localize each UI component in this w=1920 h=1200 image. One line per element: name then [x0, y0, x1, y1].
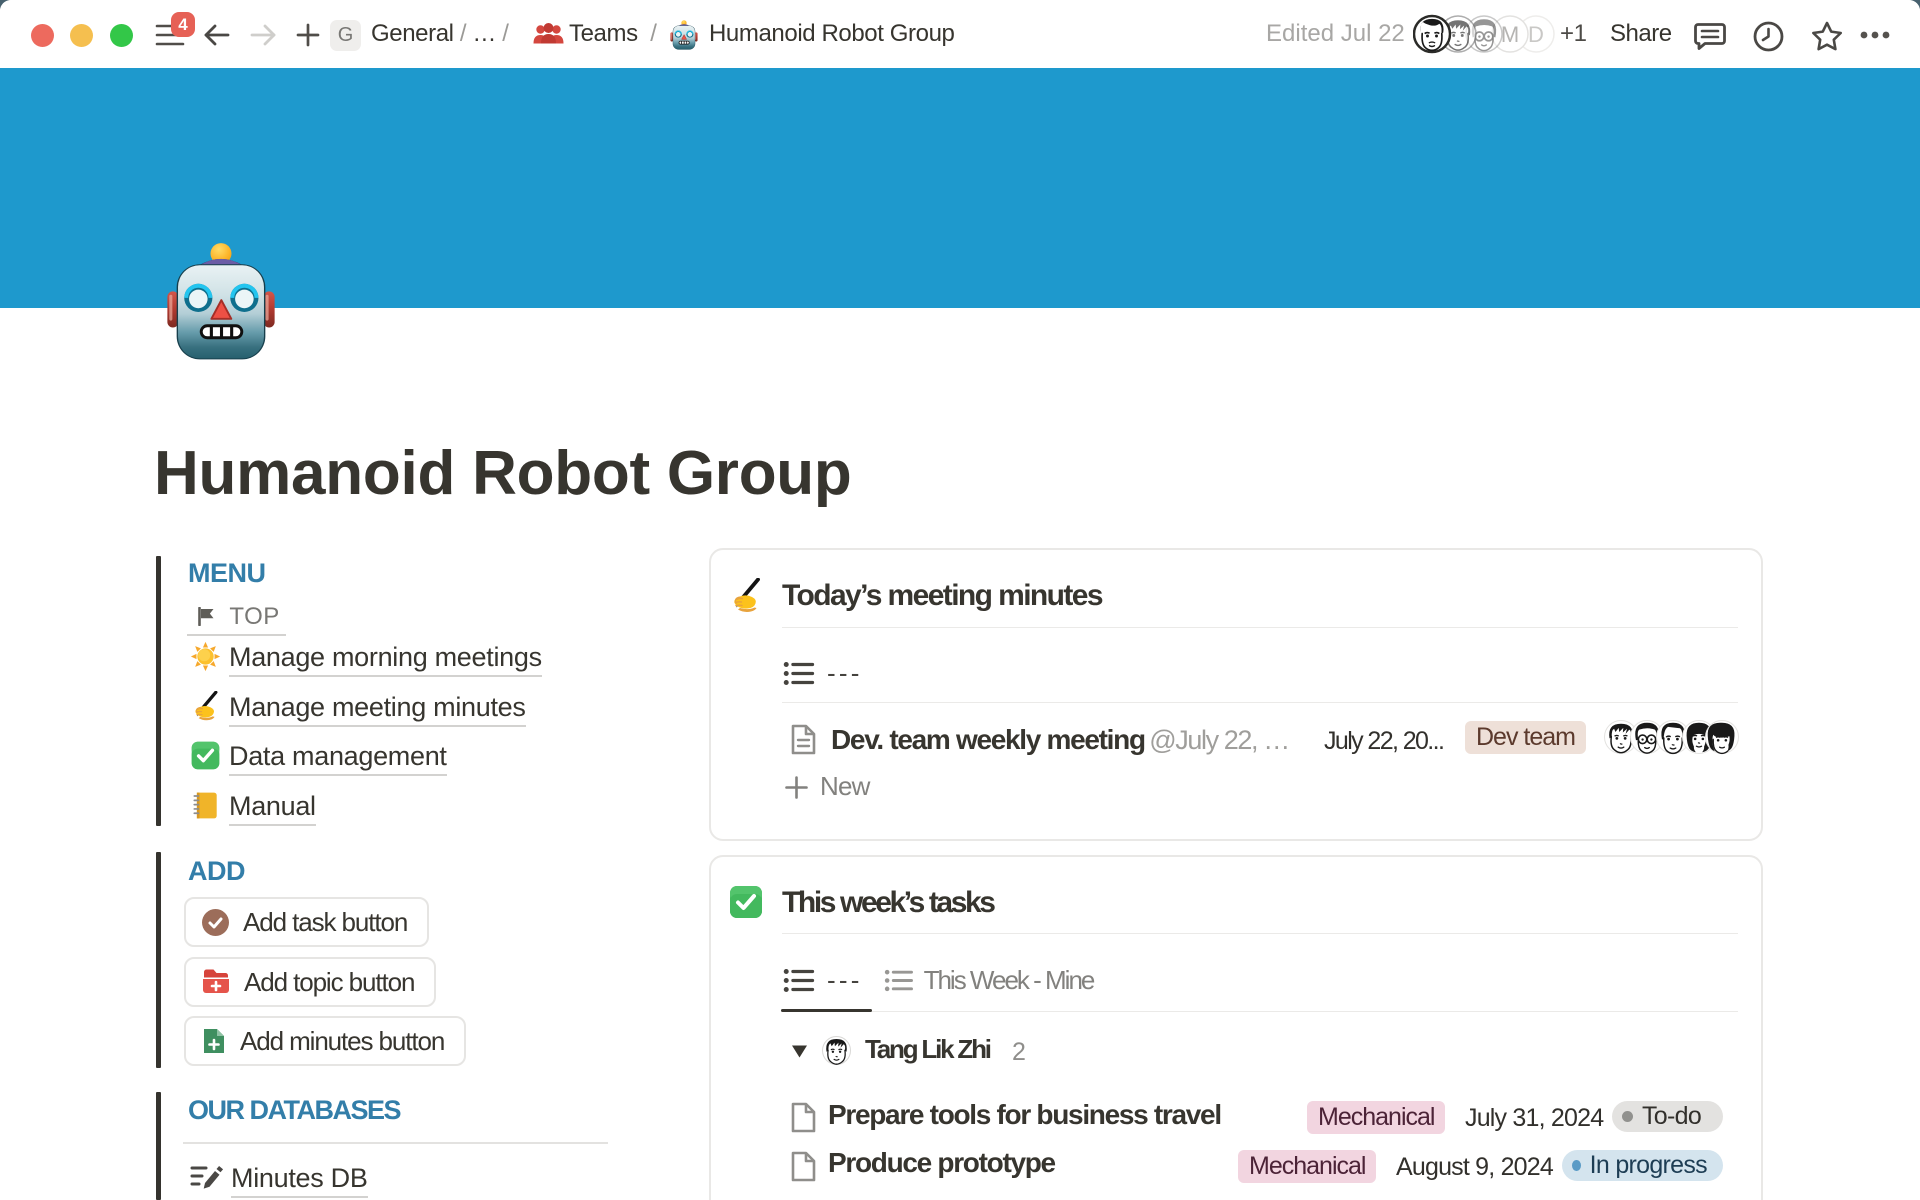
svg-text:D: D — [1528, 22, 1544, 47]
svg-text:M: M — [1501, 22, 1519, 47]
